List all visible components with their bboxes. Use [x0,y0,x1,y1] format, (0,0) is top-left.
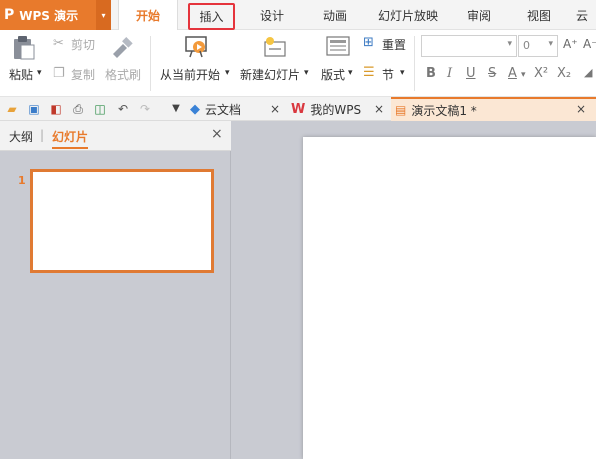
copy-icon: ❐ [53,66,65,81]
slide-thumbnail[interactable] [30,169,214,273]
reset-button[interactable]: 重置 [382,36,406,53]
tab-outline[interactable]: 大纲 [9,128,33,145]
tab-review[interactable]: 审阅 [457,0,501,30]
doc-tab-presentation1[interactable]: ▤ 演示文稿1 * × [391,97,596,121]
layout-dropdown-icon[interactable]: ▾ [348,68,353,78]
layout-button[interactable]: 版式 [321,66,345,83]
strikethrough-button[interactable]: S [488,66,496,81]
subscript-button[interactable]: X₂ [557,66,571,81]
doc-tab-cloud[interactable]: ◆ 云文档 × [190,97,286,121]
close-tab-icon[interactable]: × [374,102,384,116]
new-slide-button[interactable]: 新建幻灯片 [240,66,300,83]
reset-icon: ⊞ [363,35,374,50]
clear-format-icon[interactable]: ◢ [584,66,592,79]
tab-cloud[interactable]: 云 [576,0,596,30]
wps-logo-icon: P [4,7,15,23]
print-preview-icon[interactable]: ◫ [92,101,108,117]
close-pane-icon[interactable]: × [211,126,223,142]
doc-tab-label: 云文档 [205,102,242,117]
open-folder-icon[interactable]: ▰ [4,101,20,117]
app-name: WPS 演示 [19,8,79,23]
paste-dropdown-icon[interactable]: ▾ [37,68,42,78]
more-tabs-icon[interactable]: ▼ [168,101,184,117]
bold-button[interactable]: B [426,66,436,81]
format-painter-icon[interactable] [109,36,135,60]
tab-design[interactable]: 设计 [250,0,294,30]
play-from-current-icon[interactable] [184,35,210,59]
font-name-select[interactable]: ▾ [421,35,517,57]
new-slide-icon[interactable] [262,35,288,59]
shrink-font-icon[interactable]: A⁻ [583,37,596,51]
section-dropdown-icon[interactable]: ▾ [400,68,405,78]
close-tab-icon[interactable]: × [576,102,586,116]
grow-font-icon[interactable]: A⁺ [563,37,578,51]
from-current-button[interactable]: 从当前开始 [160,66,220,83]
font-size-dropdown-icon[interactable]: ▾ [548,39,553,49]
new-slide-dropdown-icon[interactable]: ▾ [304,68,309,78]
tab-slides[interactable]: 幻灯片 [52,128,89,149]
save-icon[interactable]: ▣ [26,101,42,117]
wps-w-icon: W [291,101,306,117]
font-size-value: 0 [523,39,530,52]
from-current-dropdown-icon[interactable]: ▾ [225,68,230,78]
paste-button[interactable]: 粘贴 [9,66,33,83]
cloud-doc-icon: ◆ [190,101,200,117]
format-painter-button[interactable]: 格式刷 [105,66,141,83]
tab-view[interactable]: 视图 [517,0,561,30]
tab-insert[interactable]: 插入 [188,3,235,30]
cut-button[interactable]: 剪切 [71,36,95,53]
print-icon[interactable]: ⎙ [70,101,86,117]
font-size-select[interactable]: 0 ▾ [518,35,558,57]
menu-bar: P WPS 演示 ▾ 开始 插入 设计 动画 幻灯片放映 审阅 视图 云 [0,0,596,31]
section-icon: ☰ [363,65,375,80]
font-color-button[interactable]: A [508,66,517,81]
doc-tab-label: 我的WPS [310,102,362,117]
slide-pane-header: 大纲 | 幻灯片 × [0,121,231,151]
slide-number: 1 [18,174,26,187]
undo-icon[interactable]: ↶ [115,101,131,117]
document-tab-bar: ▰ ▣ ◧ ⎙ ◫ ↶ ↷ ▼ ◆ 云文档 × W 我的WPS × ▤ 演示文稿… [0,97,596,121]
doc-tab-mywps[interactable]: W 我的WPS × [291,97,388,121]
layout-icon[interactable] [326,35,350,59]
app-dropdown-icon[interactable]: ▾ [96,0,111,30]
app-menu-button[interactable]: P WPS 演示 [0,0,96,30]
copy-button[interactable]: 复制 [71,66,95,83]
ribbon: 粘贴 ▾ ✂ 剪切 ❐ 复制 格式刷 从当前开始 ▾ 新建幻灯片 ▾ 版式 ▾ … [0,30,596,97]
redo-icon[interactable]: ↷ [137,101,153,117]
slide-pane: 大纲 | 幻灯片 × 1 [0,121,231,459]
paste-icon[interactable] [12,35,36,61]
slide-canvas[interactable] [303,137,596,459]
export-pdf-icon[interactable]: ◧ [48,101,64,117]
font-name-dropdown-icon[interactable]: ▾ [507,39,512,49]
section-button[interactable]: 节 [382,66,394,83]
close-tab-icon[interactable]: × [270,102,280,116]
scissors-icon: ✂ [53,36,64,51]
tab-animation[interactable]: 动画 [313,0,357,30]
font-color-dropdown-icon[interactable]: ▾ [521,70,526,80]
ribbon-separator [414,36,415,91]
ribbon-separator [150,36,151,91]
superscript-button[interactable]: X² [534,66,548,81]
italic-button[interactable]: I [447,66,452,81]
underline-button[interactable]: U [466,66,476,81]
presentation-file-icon: ▤ [395,103,407,117]
tab-slideshow[interactable]: 幻灯片放映 [370,0,446,30]
tab-home[interactable]: 开始 [118,0,178,31]
doc-tab-label: 演示文稿1 * [411,103,477,118]
pane-tab-divider: | [40,128,45,142]
